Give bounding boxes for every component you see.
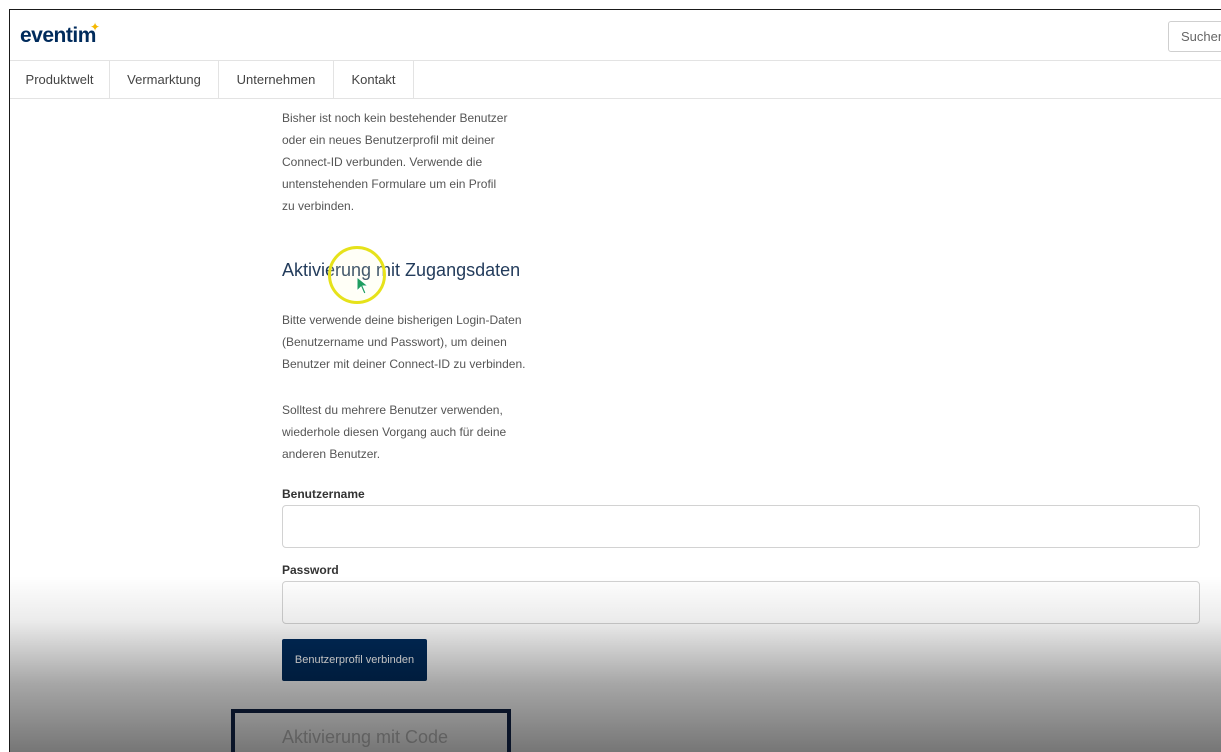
browser-page: eventim ✦ Suchen Produktwelt Vermarktung… [9,9,1221,752]
screen-frame-top [0,0,1221,9]
intro-text: Bisher ist noch kein bestehender Benutze… [282,111,508,213]
nav-item-produktwelt[interactable]: Produktwelt [10,61,110,98]
nav-item-kontakt[interactable]: Kontakt [334,61,414,98]
screen-frame-left [0,0,9,751]
nav-item-vermarktung[interactable]: Vermarktung [110,61,219,98]
connect-profile-button[interactable]: Benutzerprofil verbinden [282,639,427,681]
nav-item-unternehmen[interactable]: Unternehmen [219,61,334,98]
eventim-logo[interactable]: eventim [20,24,96,48]
section-heading-credentials: Aktivierung mit Zugangsdaten [282,260,521,280]
multiple-users-text: Solltest du mehrere Benutzer verwenden, … [282,403,507,461]
search-input[interactable]: Suchen [1168,21,1221,52]
webcam-overlay-box [231,709,511,752]
password-field[interactable] [282,581,1200,624]
username-field[interactable] [282,505,1200,548]
instructions-text: Bitte verwende deine bisherigen Login-Da… [282,313,526,371]
main-nav: Produktwelt Vermarktung Unternehmen Kont… [10,61,1221,99]
site-header: eventim ✦ Suchen [10,10,1221,61]
password-label: Password [282,563,339,577]
username-label: Benutzername [282,487,365,501]
logo-star-icon: ✦ [90,20,101,34]
mouse-cursor-icon [356,276,370,295]
